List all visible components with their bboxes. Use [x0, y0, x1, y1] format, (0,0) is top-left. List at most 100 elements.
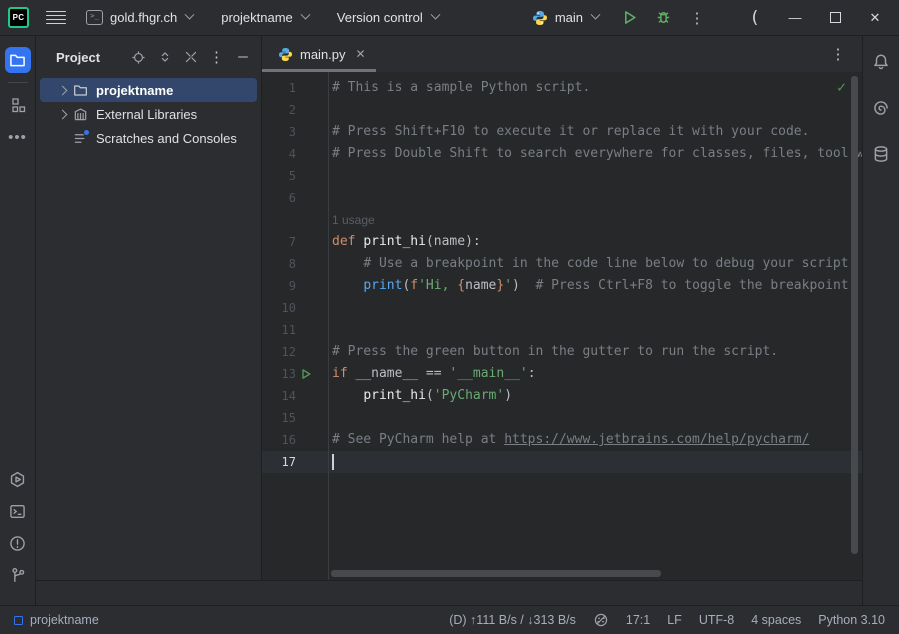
- tree-item-external-libraries[interactable]: External Libraries: [40, 102, 257, 126]
- crescent-icon[interactable]: (: [735, 0, 775, 36]
- gutter-cell[interactable]: 7: [262, 231, 328, 253]
- tree-item-scratches-and-consoles[interactable]: Scratches and Consoles: [40, 126, 257, 150]
- gutter-cell[interactable]: 15: [262, 407, 328, 429]
- more-actions-button[interactable]: ⋮: [683, 4, 711, 32]
- gutter-cell[interactable]: 2: [262, 99, 328, 121]
- code-line-14[interactable]: 14 print_hi('PyCharm'): [262, 385, 862, 407]
- code-line-5[interactable]: 5: [262, 165, 862, 187]
- services-tool-window-button[interactable]: [5, 466, 31, 492]
- vcs-selector[interactable]: Version control: [331, 5, 445, 30]
- run-button[interactable]: [615, 4, 643, 32]
- left-bar-bottom: [5, 463, 31, 591]
- ai-assistant-icon[interactable]: [868, 95, 894, 121]
- terminal-tool-window-button[interactable]: [5, 498, 31, 524]
- code-line-4[interactable]: 4# Press Double Shift to search everywhe…: [262, 143, 862, 165]
- gutter-cell[interactable]: 9: [262, 275, 328, 297]
- inlay-hint-row[interactable]: 1 usage: [262, 209, 862, 231]
- tab-close-icon[interactable]: ✕: [356, 47, 366, 61]
- project-square-icon: [14, 616, 23, 625]
- git-tool-window-button[interactable]: [5, 562, 31, 588]
- database-icon[interactable]: [868, 141, 894, 167]
- expand-selector-icon[interactable]: [156, 49, 173, 66]
- tab-main-py[interactable]: main.py ✕: [262, 36, 376, 72]
- interpreter-widget[interactable]: Python 3.10: [818, 613, 885, 627]
- vcs-label: Version control: [337, 10, 423, 25]
- debug-button[interactable]: [649, 4, 677, 32]
- encoding-widget[interactable]: UTF-8: [699, 613, 734, 627]
- code-line-15[interactable]: 15: [262, 407, 862, 429]
- code-text: print(f'Hi, {name}') # Press Ctrl+F8 to …: [328, 275, 856, 297]
- horizontal-scrollbar[interactable]: [331, 570, 661, 577]
- code-line-12[interactable]: 12# Press the green button in the gutter…: [262, 341, 862, 363]
- network-transfer-stats: (D) ↑111 B/s / ↓313 B/s: [449, 613, 576, 627]
- title-bar: PC >_ gold.fhgr.ch projektname Version c…: [0, 0, 899, 36]
- vertical-scrollbar[interactable]: [851, 76, 858, 554]
- indent-widget[interactable]: 4 spaces: [751, 613, 801, 627]
- code-text: # Use a breakpoint in the code line belo…: [328, 253, 856, 275]
- main-menu-button[interactable]: [46, 11, 66, 25]
- run-line-icon[interactable]: [296, 368, 316, 380]
- tab-label: main.py: [300, 47, 346, 62]
- gutter-cell[interactable]: 10: [262, 297, 328, 319]
- minimize-button[interactable]: —: [775, 0, 815, 36]
- gutter-cell[interactable]: [262, 209, 328, 231]
- code-line-1[interactable]: 1# This is a sample Python script.: [262, 77, 862, 99]
- chevron-down-icon: [591, 10, 601, 20]
- editor-options-kebab-icon[interactable]: ⋮: [824, 40, 852, 68]
- more-tool-windows-button[interactable]: •••: [5, 124, 31, 150]
- divider: [8, 82, 28, 83]
- line-separator-widget[interactable]: LF: [667, 613, 682, 627]
- project-selector[interactable]: projektname: [215, 5, 315, 30]
- caret-position-widget[interactable]: 17:1: [626, 613, 650, 627]
- locate-file-icon[interactable]: [130, 49, 147, 66]
- gutter-cell[interactable]: 6: [262, 187, 328, 209]
- gutter-separator: [328, 72, 329, 580]
- gutter-cell[interactable]: 12: [262, 341, 328, 363]
- code-line-16[interactable]: 16# See PyCharm help at https://www.jetb…: [262, 429, 862, 451]
- structure-tool-window-button[interactable]: [5, 92, 31, 118]
- gutter-cell[interactable]: 3: [262, 121, 328, 143]
- code-line-6[interactable]: 6: [262, 187, 862, 209]
- chevron-right-icon[interactable]: [54, 111, 70, 118]
- code-line-7[interactable]: 7def print_hi(name):: [262, 231, 862, 253]
- chevron-right-icon[interactable]: [54, 87, 70, 94]
- panels-row: Project ⋮: [36, 36, 862, 580]
- pycharm-logo-icon: PC: [8, 7, 29, 28]
- run-configuration-selector[interactable]: main: [526, 5, 605, 31]
- inspections-ok-icon[interactable]: ✓: [837, 78, 846, 96]
- gutter-cell[interactable]: 13: [262, 363, 328, 385]
- code-line-10[interactable]: 10: [262, 297, 862, 319]
- main-body: ••• Project: [0, 36, 899, 605]
- gutter-cell[interactable]: 4: [262, 143, 328, 165]
- options-kebab-icon[interactable]: ⋮: [208, 49, 225, 66]
- project-tool-window-button[interactable]: [5, 47, 31, 73]
- code-line-3[interactable]: 3# Press Shift+F10 to execute it or repl…: [262, 121, 862, 143]
- gutter-cell[interactable]: 14: [262, 385, 328, 407]
- problems-tool-window-button[interactable]: [5, 530, 31, 556]
- code-line-17[interactable]: 17: [262, 451, 862, 473]
- gutter-cell[interactable]: 17: [262, 451, 328, 473]
- gutter-cell[interactable]: 1: [262, 77, 328, 99]
- gutter-cell[interactable]: 11: [262, 319, 328, 341]
- status-project-widget[interactable]: projektname: [14, 613, 99, 627]
- terminal-host-icon: >_: [86, 10, 103, 25]
- gutter-cell[interactable]: 8: [262, 253, 328, 275]
- remote-host-selector[interactable]: >_ gold.fhgr.ch: [80, 5, 199, 30]
- tree-item-projektname[interactable]: projektname: [40, 78, 257, 102]
- eye-crossed-icon[interactable]: [593, 612, 609, 628]
- notifications-bell-icon[interactable]: [868, 49, 894, 75]
- close-button[interactable]: ✕: [855, 0, 895, 36]
- code-text: if __name__ == '__main__':: [328, 363, 536, 385]
- collapse-all-icon[interactable]: [182, 49, 199, 66]
- code-line-2[interactable]: 2: [262, 99, 862, 121]
- code-line-8[interactable]: 8 # Use a breakpoint in the code line be…: [262, 253, 862, 275]
- hide-panel-icon[interactable]: [234, 49, 251, 66]
- gutter-cell[interactable]: 16: [262, 429, 328, 451]
- code-line-13[interactable]: 13if __name__ == '__main__':: [262, 363, 862, 385]
- clock-badge: [83, 129, 90, 136]
- gutter-cell[interactable]: 5: [262, 165, 328, 187]
- code-line-9[interactable]: 9 print(f'Hi, {name}') # Press Ctrl+F8 t…: [262, 275, 862, 297]
- code-editor[interactable]: 1# This is a sample Python script.23# Pr…: [262, 72, 862, 580]
- maximize-button[interactable]: [815, 0, 855, 36]
- code-line-11[interactable]: 11: [262, 319, 862, 341]
